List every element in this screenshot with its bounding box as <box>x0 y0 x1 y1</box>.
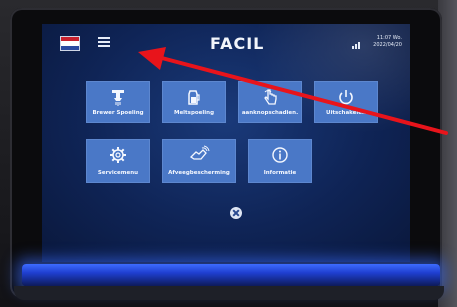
tile-servicemenu[interactable]: Servicemenu <box>86 139 150 183</box>
close-circle-icon[interactable] <box>230 207 242 219</box>
tile-label: Meltspoeling <box>173 110 215 116</box>
tile-label: Informatie <box>263 170 297 176</box>
tile-label: Servicemenu <box>97 170 139 176</box>
tile-label: Brewer Spoeling <box>92 110 144 116</box>
faucet-icon <box>86 87 150 107</box>
clock-time: 11:07 Wo. <box>376 35 402 41</box>
tile-informatie[interactable]: Informatie <box>248 139 312 183</box>
clock-date: 2022/04/20 <box>373 42 402 48</box>
device-bottom-rim <box>14 286 444 300</box>
hamburger-icon[interactable] <box>98 37 110 48</box>
brand-logo: FACIL <box>210 34 265 53</box>
blue-led-strip <box>22 264 440 286</box>
language-flag-icon[interactable] <box>60 36 80 51</box>
tile-label: Afveegbescherming <box>168 170 230 176</box>
tile-label: aanknopschadien. <box>241 110 299 116</box>
tile-brewer-spoeling[interactable]: Brewer Spoeling <box>86 81 150 123</box>
tile-aanknopschadien[interactable]: aanknopschadien. <box>238 81 302 123</box>
signal-icon <box>352 40 362 49</box>
touch-hand-icon <box>238 87 302 107</box>
photo-scene: FACIL 11:07 Wo. 2022/04/20 Brewer Spoeli… <box>0 0 457 307</box>
tile-meltspoeling[interactable]: Meltspoeling <box>162 81 226 123</box>
power-icon <box>314 87 378 107</box>
top-bar: FACIL 11:07 Wo. 2022/04/20 <box>42 24 410 64</box>
tile-uitschakelen[interactable]: Uitschakelen <box>314 81 378 123</box>
tile-label: Uitschakelen <box>326 110 366 116</box>
gear-icon <box>86 145 150 165</box>
milk-jug-icon <box>162 87 226 107</box>
info-icon <box>248 145 312 165</box>
clock: 11:07 Wo. 2022/04/20 <box>368 35 402 49</box>
tile-afveegbescherming[interactable]: Afveegbescherming <box>162 139 236 183</box>
wipe-hand-icon <box>162 145 236 165</box>
touchscreen: FACIL 11:07 Wo. 2022/04/20 Brewer Spoeli… <box>42 24 410 262</box>
